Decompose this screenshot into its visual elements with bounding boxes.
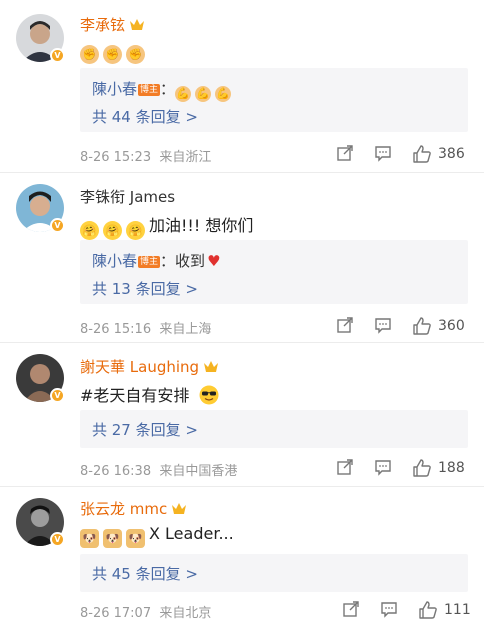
comment-meta: 8-26 15:16 来自上海 [80, 318, 211, 337]
comment-actions: 360 [328, 316, 468, 338]
comment-meta: 8-26 16:38 来自中国香港 [80, 460, 237, 479]
view-replies-link[interactable]: 共 45 条回复 > [92, 563, 198, 584]
username[interactable]: 李铢衔 James [80, 186, 175, 207]
verified-badge-icon: V [50, 532, 65, 547]
comment-item: V 张云龙 mmc 🐶 🐶 🐶 X Leader... 共 45 条回复 > 8-26… [0, 486, 484, 640]
flex-emoji-icon: 💪 [215, 86, 232, 102]
like-icon[interactable] [412, 458, 432, 478]
fist-emoji-icon: ✊ [103, 45, 122, 64]
reply-line: 陳小春 博主 ：收到 ♥ [92, 252, 221, 270]
comment-actions: 386 [328, 144, 468, 166]
hug-emoji-icon: 🤗 [80, 221, 99, 240]
author-badge: 博主 [138, 256, 161, 268]
like-icon[interactable] [412, 144, 432, 164]
reply-line: 陳小春 博主 ：💪 💪 💪 [92, 80, 232, 102]
heart-emoji-icon: ♥ [207, 252, 221, 270]
username[interactable]: 李承铉 [80, 14, 145, 35]
comment-text: ✊ ✊ ✊ [80, 40, 149, 64]
verified-badge-icon: V [50, 218, 65, 233]
location: 来自北京 [159, 606, 212, 621]
like-count: 111 [444, 602, 471, 618]
fist-emoji-icon: ✊ [80, 45, 99, 64]
like-icon[interactable] [418, 600, 438, 620]
comment-item: V 謝天華 Laughing #老天自有安排 共 27 条回复 > 8-26 1… [0, 342, 484, 488]
like-count: 188 [438, 460, 465, 476]
comment-text: #老天自有安排 [80, 382, 219, 406]
comment-item: V 李承铉 ✊ ✊ ✊ 陳小春 博主 ：💪 💪 💪 共 44 条回复 > 8-26 15:2… [0, 0, 484, 172]
comment-icon[interactable] [380, 600, 398, 618]
hug-emoji-icon: 🤗 [103, 221, 122, 240]
timestamp: 8-26 15:23 [80, 150, 152, 165]
hug-emoji-icon: 🤗 [126, 221, 145, 240]
comment-icon[interactable] [374, 458, 392, 476]
comment-text: 🐶 🐶 🐶 X Leader... [80, 524, 234, 548]
comment-icon[interactable] [374, 316, 392, 334]
reply-preview[interactable]: 陳小春 博主 ：💪 💪 💪 共 44 条回复 > [80, 68, 468, 132]
sunglasses-emoji-icon [199, 385, 219, 405]
verified-badge-icon: V [50, 48, 65, 63]
verified-badge-icon: V [50, 388, 65, 403]
crown-icon [172, 503, 187, 514]
reply-username[interactable]: 陳小春 [92, 252, 137, 270]
location: 来自浙江 [159, 150, 212, 165]
flex-emoji-icon: 💪 [195, 86, 212, 102]
doge-emoji-icon: 🐶 [126, 529, 145, 548]
comment-meta: 8-26 15:23 来自浙江 [80, 146, 211, 165]
comment-meta: 8-26 17:07 来自北京 [80, 602, 211, 621]
comment-item: V 李铢衔 James 🤗 🤗 🤗 加油!!! 想你们 陳小春 博主 ：收到 ♥ 共 13 … [0, 172, 484, 342]
timestamp: 8-26 16:38 [80, 464, 152, 479]
view-replies-link[interactable]: 共 27 条回复 > [92, 419, 198, 440]
view-replies-link[interactable]: 共 13 条回复 > [92, 278, 198, 299]
share-icon[interactable] [342, 600, 360, 618]
reply-preview[interactable]: 共 45 条回复 > [80, 554, 468, 592]
location: 来自上海 [159, 322, 212, 337]
reply-preview[interactable]: 陳小春 博主 ：收到 ♥ 共 13 条回复 > [80, 240, 468, 304]
timestamp: 8-26 15:16 [80, 322, 152, 337]
doge-emoji-icon: 🐶 [80, 529, 99, 548]
username[interactable]: 张云龙 mmc [80, 498, 187, 519]
view-replies-link[interactable]: 共 44 条回复 > [92, 106, 198, 127]
doge-emoji-icon: 🐶 [103, 529, 122, 548]
location: 来自中国香港 [159, 464, 238, 479]
like-count: 386 [438, 146, 465, 162]
like-icon[interactable] [412, 316, 432, 336]
author-badge: 博主 [138, 84, 161, 96]
share-icon[interactable] [336, 458, 354, 476]
fist-emoji-icon: ✊ [126, 45, 145, 64]
crown-icon [204, 361, 219, 372]
comment-icon[interactable] [374, 144, 392, 162]
username[interactable]: 謝天華 Laughing [80, 356, 219, 377]
reply-username[interactable]: 陳小春 [92, 80, 137, 98]
like-count: 360 [438, 318, 465, 334]
comment-actions: 188 [328, 458, 468, 480]
comment-actions: 111 [334, 600, 471, 622]
reply-preview[interactable]: 共 27 条回复 > [80, 410, 468, 448]
share-icon[interactable] [336, 144, 354, 162]
share-icon[interactable] [336, 316, 354, 334]
crown-icon [130, 19, 145, 30]
flex-emoji-icon: 💪 [175, 86, 192, 102]
comment-text: 🤗 🤗 🤗 加油!!! 想你们 [80, 212, 253, 240]
timestamp: 8-26 17:07 [80, 606, 152, 621]
